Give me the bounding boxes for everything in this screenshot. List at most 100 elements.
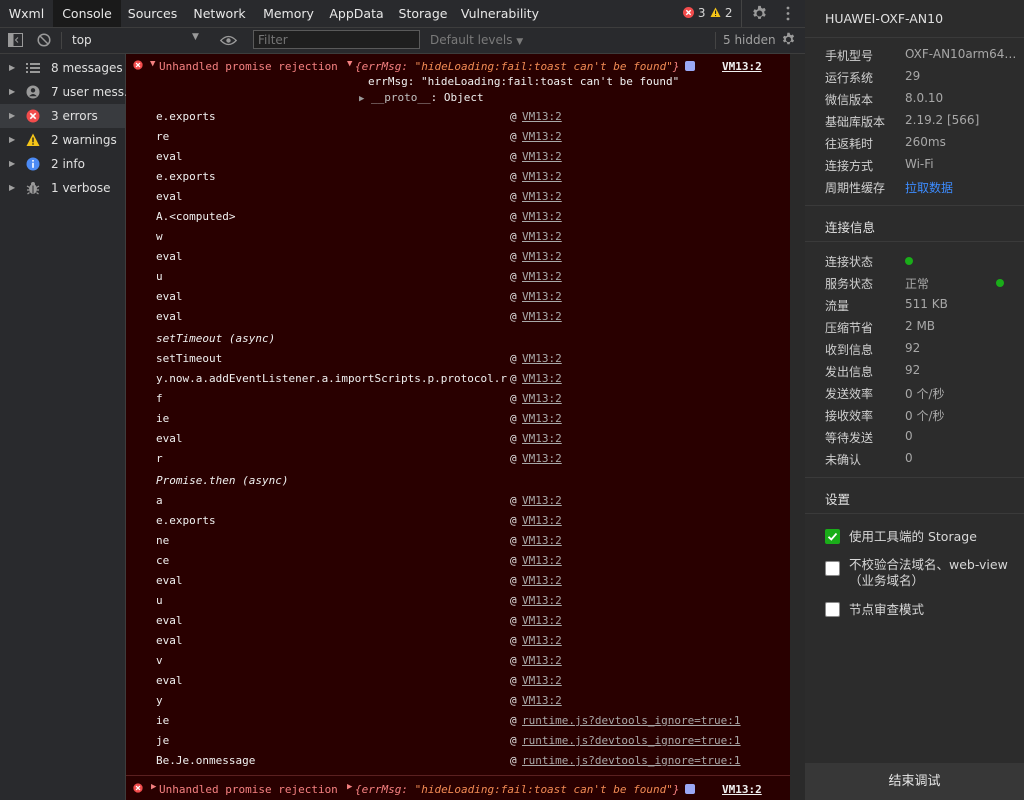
collapse-triangle-icon[interactable]: ▼: [150, 59, 155, 69]
settings-gear-icon[interactable]: [751, 5, 768, 22]
stack-frame-at: @: [510, 514, 517, 527]
tab-storage[interactable]: Storage: [391, 0, 455, 27]
stack-frame-function: f: [156, 392, 163, 405]
sidebar-item-errors[interactable]: ▶ 3 errors: [0, 104, 125, 128]
eye-icon[interactable]: [220, 35, 237, 46]
stack-frame-source-link[interactable]: VM13:2: [522, 452, 562, 465]
sidebar-item-info[interactable]: ▶ 2 info: [0, 152, 125, 176]
stack-frame-source-link[interactable]: runtime.js?devtools_ignore=true:1: [522, 714, 741, 727]
info-badge-icon[interactable]: [685, 784, 695, 794]
skip-domain-check-checkbox[interactable]: [825, 561, 840, 576]
expand-triangle-icon: ▶: [9, 135, 16, 144]
expand-triangle-icon[interactable]: ▶: [151, 782, 156, 792]
stack-frame-source-link[interactable]: VM13:2: [522, 432, 562, 445]
error-object-preview: {errMsg: "hideLoading:fail:toast can't b…: [355, 783, 680, 796]
sidebar-item-messages[interactable]: ▶ 8 messages: [0, 56, 125, 80]
sidebar-item-warnings[interactable]: ▶ 2 warnings: [0, 128, 125, 152]
chevron-down-icon: ▼: [516, 37, 524, 47]
sidebar-item-user-messages[interactable]: ▶ 7 user mess…: [0, 80, 136, 104]
collapse-triangle-icon[interactable]: ▼: [347, 59, 352, 69]
sidebar-item-verbose[interactable]: ▶ 1 verbose: [0, 176, 125, 200]
stack-frame-source-link[interactable]: VM13:2: [522, 594, 562, 607]
error-message-header-collapsed[interactable]: ▶ Unhandled promise rejection ▶ {errMsg:…: [126, 781, 790, 798]
stack-frame-source-link[interactable]: VM13:2: [522, 634, 562, 647]
log-levels-dropdown[interactable]: Default levels ▼: [430, 33, 523, 47]
tab-memory[interactable]: Memory: [255, 0, 322, 27]
stack-frame-source-link[interactable]: VM13:2: [522, 270, 562, 283]
error-source-link[interactable]: VM13:2: [722, 783, 762, 796]
tab-sources[interactable]: Sources: [121, 0, 184, 27]
expand-triangle-icon[interactable]: ▶: [347, 782, 352, 792]
stack-frame-source-link[interactable]: VM13:2: [522, 534, 562, 547]
stack-frame-at: @: [510, 230, 517, 243]
connection-info-key: 连接状态: [825, 255, 874, 269]
stack-frame-at: @: [510, 594, 517, 607]
connection-status-dot-icon: [905, 257, 913, 265]
stack-frame-source-link[interactable]: runtime.js?devtools_ignore=true:1: [522, 734, 741, 747]
console-scrollbar[interactable]: [790, 54, 805, 800]
debug-info-panel: HUAWEI-OXF-AN10 手机型号 OXF-AN10arm64… 运行系统 29…: [805, 0, 1024, 800]
error-message-header[interactable]: ▼ Unhandled promise rejection ▼ {errMsg:…: [126, 58, 790, 75]
stack-frame-source-link[interactable]: VM13:2: [522, 310, 562, 323]
fetch-data-link[interactable]: 拉取数据: [905, 179, 953, 196]
stack-frame-function: eval: [156, 190, 183, 203]
tab-wxml[interactable]: Wxml: [0, 0, 53, 27]
console-output: ▼ Unhandled promise rejection ▼ {errMsg:…: [126, 54, 790, 800]
device-info-value: 260ms: [905, 135, 946, 149]
stack-frame-source-link[interactable]: VM13:2: [522, 130, 562, 143]
stack-frame-source-link[interactable]: VM13:2: [522, 372, 562, 385]
warning-icon: [710, 7, 721, 17]
more-menu-icon[interactable]: [785, 6, 791, 21]
stack-frame-source-link[interactable]: VM13:2: [522, 494, 562, 507]
stack-frame-source-link[interactable]: VM13:2: [522, 654, 562, 667]
stack-frame-source-link[interactable]: VM13:2: [522, 674, 562, 687]
clear-console-icon[interactable]: [37, 33, 51, 47]
stack-frame-source-link[interactable]: VM13:2: [522, 392, 562, 405]
stack-frame-source-link[interactable]: VM13:2: [522, 250, 562, 263]
stack-frame-source-link[interactable]: VM13:2: [522, 614, 562, 627]
filter-input[interactable]: [253, 30, 420, 49]
console-settings-gear-icon[interactable]: [781, 32, 796, 47]
context-selector[interactable]: top ▼: [65, 28, 206, 53]
stack-frame-source-link[interactable]: VM13:2: [522, 190, 562, 203]
stack-frame-source-link[interactable]: VM13:2: [522, 694, 562, 707]
stack-frame-source-link[interactable]: VM13:2: [522, 412, 562, 425]
warning-count-badge[interactable]: 2: [710, 0, 732, 27]
stack-frame-at: @: [510, 754, 517, 767]
devtools-tab-bar: Wxml Console Sources Network Memory AppD…: [0, 0, 805, 28]
stack-frame-source-link[interactable]: VM13:2: [522, 150, 562, 163]
stack-frame-function: setTimeout: [156, 352, 223, 365]
device-info-key: 基础库版本: [825, 115, 886, 129]
error-icon: [683, 7, 694, 18]
error-icon: [133, 60, 143, 70]
stack-frame-source-link[interactable]: runtime.js?devtools_ignore=true:1: [522, 754, 741, 767]
tab-console[interactable]: Console: [53, 0, 121, 27]
error-source-link[interactable]: VM13:2: [722, 60, 762, 73]
error-object-preview: {errMsg: "hideLoading:fail:toast can't b…: [355, 60, 680, 73]
proto-property[interactable]: ▶ __proto__: Object: [359, 91, 484, 104]
tab-network[interactable]: Network: [184, 0, 255, 27]
sidebar-toggle-icon[interactable]: [8, 33, 23, 47]
stack-frame-source-link[interactable]: VM13:2: [522, 574, 562, 587]
device-name: HUAWEI-OXF-AN10: [825, 11, 944, 26]
tab-appdata[interactable]: AppData: [322, 0, 391, 27]
error-icon: [26, 109, 40, 123]
skip-domain-check-label: 不校验合法域名、web-view（业务域名）: [849, 557, 1008, 588]
stack-frame-source-link[interactable]: VM13:2: [522, 290, 562, 303]
stack-frame-source-link[interactable]: VM13:2: [522, 230, 562, 243]
device-info-value: 8.0.10: [905, 91, 944, 105]
error-count-badge[interactable]: 3: [683, 0, 705, 27]
node-inspect-checkbox[interactable]: [825, 602, 840, 617]
use-tool-storage-checkbox[interactable]: [825, 529, 840, 544]
tab-vulnerability[interactable]: Vulnerability: [455, 0, 545, 27]
end-debug-button[interactable]: 结束调试: [805, 763, 1024, 800]
info-badge-icon[interactable]: [685, 61, 695, 71]
stack-frame-source-link[interactable]: VM13:2: [522, 210, 562, 223]
stack-frame-source-link[interactable]: VM13:2: [522, 170, 562, 183]
stack-frame-function: Be.Je.onmessage: [156, 754, 256, 767]
stack-frame-source-link[interactable]: VM13:2: [522, 554, 562, 567]
stack-frame-source-link[interactable]: VM13:2: [522, 110, 562, 123]
stack-frame-at: @: [510, 694, 517, 707]
stack-frame-source-link[interactable]: VM13:2: [522, 352, 562, 365]
stack-frame-source-link[interactable]: VM13:2: [522, 514, 562, 527]
